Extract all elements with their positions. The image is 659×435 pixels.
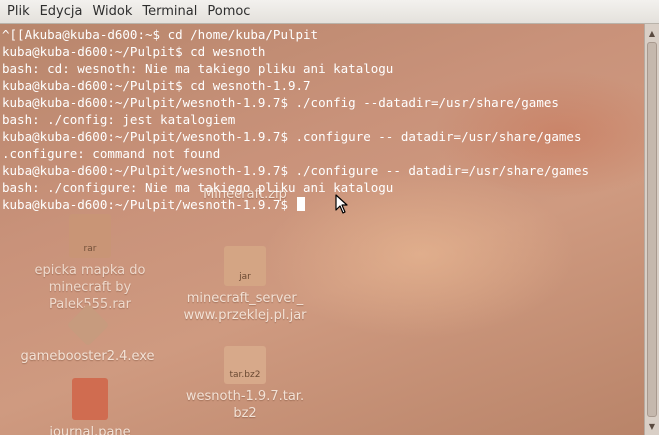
terminal-line: kuba@kuba-d600:~/Pulpit$ cd wesnoth-1.9.… (2, 78, 311, 93)
menu-file[interactable]: Plik (2, 2, 35, 21)
terminal-line: ^[[Akuba@kuba-d600:~$ cd /home/kuba/Pulp… (2, 27, 319, 42)
terminal-area[interactable]: rar epicka mapka do minecraft by Palek55… (0, 24, 644, 435)
desktop-icon-journal: journal.pane (30, 378, 150, 435)
menu-edit[interactable]: Edycja (35, 2, 88, 21)
desktop-icon-label: minecraft_server_ www.przeklej.pl.jar (183, 291, 307, 323)
terminal-line: kuba@kuba-d600:~/Pulpit$ cd wesnoth (2, 44, 266, 59)
scroll-down-icon[interactable]: ▼ (646, 419, 658, 433)
tarball-icon: tar.bz2 (224, 346, 266, 384)
terminal-line: kuba@kuba-d600:~/Pulpit/wesnoth-1.9.7$ .… (2, 95, 559, 110)
desktop-icon-label: gamebooster2.4.exe (20, 349, 155, 364)
menu-view[interactable]: Widok (87, 2, 137, 21)
desktop-icon-jar: jar minecraft_server_ www.przeklej.pl.ja… (175, 246, 315, 324)
mouse-pointer-icon (335, 194, 348, 214)
shell-prompt: kuba@kuba-d600:~/Pulpit/wesnoth-1.9.7$ (2, 197, 296, 212)
terminal-output: ^[[Akuba@kuba-d600:~$ cd /home/kuba/Pulp… (2, 26, 589, 213)
terminal-line: kuba@kuba-d600:~/Pulpit/wesnoth-1.9.7$ .… (2, 163, 589, 178)
desktop-icon-label: journal.pane (49, 425, 131, 435)
text-cursor (296, 197, 305, 211)
scroll-up-icon[interactable]: ▲ (646, 26, 658, 40)
terminal-line: .configure: command not found (2, 146, 221, 161)
prompt-line[interactable]: kuba@kuba-d600:~/Pulpit/wesnoth-1.9.7$ (2, 196, 589, 213)
scrollbar-thumb[interactable] (647, 42, 657, 417)
desktop-icon-tarbz2: tar.bz2 wesnoth-1.9.7.tar. bz2 (175, 346, 315, 422)
executable-icon (66, 303, 109, 347)
desktop-icon-label: wesnoth-1.9.7.tar. bz2 (185, 389, 305, 421)
terminal-line: bash: cd: wesnoth: Nie ma takiego pliku … (2, 61, 394, 76)
terminal-window: Plik Edycja Widok Terminal Pomoc rar epi… (0, 0, 659, 435)
terminal-line: kuba@kuba-d600:~/Pulpit/wesnoth-1.9.7$ .… (2, 129, 582, 144)
jar-file-icon: jar (224, 246, 266, 286)
desktop-icon-rar: rar epicka mapka do minecraft by Palek55… (30, 214, 150, 313)
desktop-icon-exe: gamebooster2.4.exe (15, 303, 160, 365)
menu-help[interactable]: Pomoc (202, 2, 255, 21)
archive-icon: rar (69, 214, 111, 258)
vertical-scrollbar[interactable]: ▲ ▼ (644, 24, 659, 435)
menu-bar: Plik Edycja Widok Terminal Pomoc (0, 0, 659, 24)
terminal-line: bash: ./configure: Nie ma takiego pliku … (2, 180, 394, 195)
document-icon (72, 378, 108, 420)
terminal-line: bash: ./config: jest katalogiem (2, 112, 236, 127)
menu-terminal[interactable]: Terminal (137, 2, 202, 21)
